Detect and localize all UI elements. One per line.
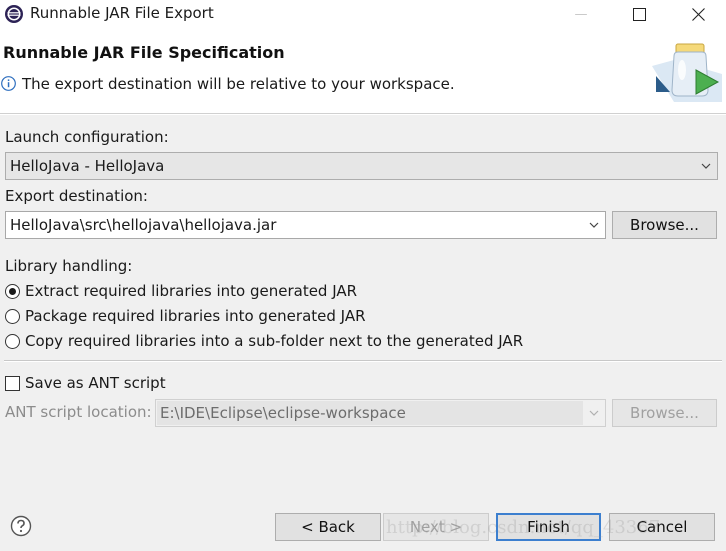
chevron-down-icon[interactable] [587,218,601,232]
radio-label: Package required libraries into generate… [25,307,366,325]
separator [4,360,722,362]
checkbox-label: Save as ANT script [25,374,166,392]
ant-script-location-input: E:\IDE\Eclipse\eclipse-workspace [155,399,606,427]
ant-script-location-value: E:\IDE\Eclipse\eclipse-workspace [160,404,406,422]
header-message: The export destination will be relative … [22,75,455,93]
export-destination-value: HelloJava\src\hellojava\hellojava.jar [10,216,277,234]
title-bar: Runnable JAR File Export — [0,0,726,28]
launch-configuration-label: Launch configuration: [5,128,169,146]
chevron-down-icon [701,163,711,169]
cancel-button[interactable]: Cancel [609,513,715,541]
launch-configuration-select[interactable]: HelloJava - HelloJava [5,152,718,180]
back-button[interactable]: < Back [275,513,381,541]
page-title: Runnable JAR File Specification [3,43,285,62]
library-handling-label: Library handling: [5,257,133,275]
eclipse-icon [5,5,23,23]
wizard-footer: < Back Next > Finish Cancel http://blog.… [0,495,726,551]
radio-copy-libraries[interactable]: Copy required libraries into a sub-folde… [5,331,523,351]
radio-button[interactable] [5,283,20,299]
minimize-button[interactable]: — [558,0,604,28]
close-button[interactable] [675,0,721,28]
wizard-header: Runnable JAR File Specification The expo… [0,28,726,114]
ant-browse-button: Browse... [612,399,717,427]
radio-button[interactable] [5,333,20,349]
close-icon [691,7,705,21]
finish-button[interactable]: Finish [496,513,601,541]
launch-configuration-value: HelloJava - HelloJava [10,157,165,175]
jar-export-icon [652,43,722,102]
next-button: Next > [383,513,489,541]
export-destination-label: Export destination: [5,187,148,205]
chevron-down-icon [589,410,599,416]
radio-package-libraries[interactable]: Package required libraries into generate… [5,306,366,326]
radio-extract-libraries[interactable]: Extract required libraries into generate… [5,281,357,301]
radio-button[interactable] [5,308,20,324]
window-title: Runnable JAR File Export [30,4,214,22]
maximize-icon [632,7,646,21]
save-ant-script-checkbox[interactable]: Save as ANT script [5,373,166,393]
help-icon[interactable] [10,515,32,537]
ant-script-location-label: ANT script location: [5,403,152,421]
maximize-button[interactable] [616,0,662,28]
radio-label: Copy required libraries into a sub-folde… [25,332,524,350]
export-destination-input[interactable]: HelloJava\src\hellojava\hellojava.jar [5,211,606,239]
checkbox[interactable] [5,375,20,391]
minimize-icon: — [574,6,588,22]
wizard-body: Launch configuration: HelloJava - HelloJ… [0,115,726,495]
export-browse-button[interactable]: Browse... [612,211,717,239]
radio-label: Extract required libraries into generate… [25,282,358,300]
info-icon [1,76,16,91]
